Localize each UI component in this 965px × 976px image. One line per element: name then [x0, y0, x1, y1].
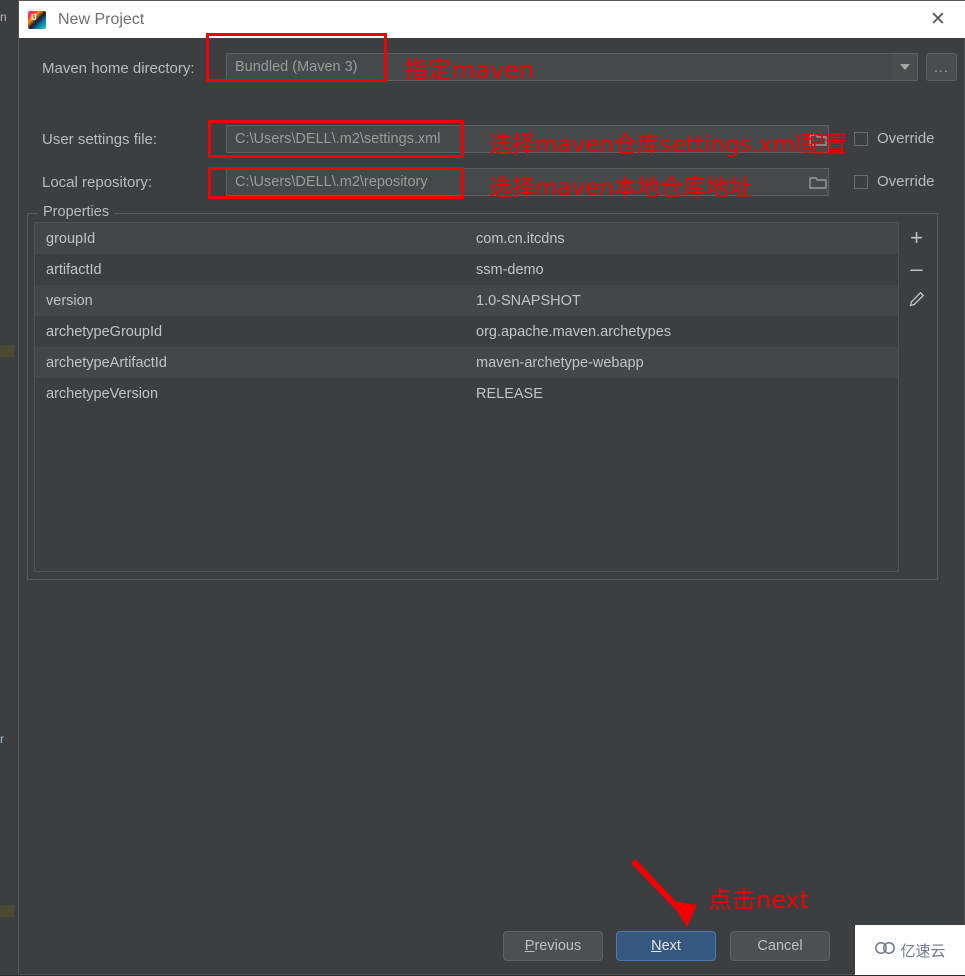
previous-button-mnemonic: P — [524, 938, 535, 954]
dialog-body: Maven home directory: Bundled (Maven 3) … — [19, 38, 965, 976]
dialog-button-bar: Previous Next Cancel — [19, 918, 965, 976]
intellij-idea-icon — [28, 10, 46, 29]
local-repository-folder-icon[interactable] — [809, 175, 827, 189]
property-value: maven-archetype-webapp — [476, 354, 644, 371]
user-settings-override-checkbox[interactable] — [854, 132, 868, 146]
local-repository-input[interactable]: C:\Users\DELL\.m2\repository — [226, 168, 829, 196]
maven-home-dropdown-chevron-down-icon[interactable] — [892, 53, 918, 81]
cloud-icon — [874, 940, 896, 961]
new-project-dialog: New Project ✕ Maven home directory: Bund… — [18, 0, 965, 975]
user-settings-folder-icon[interactable] — [809, 132, 827, 146]
table-row[interactable]: archetypeArtifactId maven-archetype-webap… — [35, 347, 899, 378]
table-row[interactable]: artifactId ssm-demo — [35, 254, 899, 285]
ide-strip-marker-top — [0, 345, 14, 357]
user-settings-label: User settings file: — [42, 131, 158, 148]
cancel-button[interactable]: Cancel — [730, 931, 830, 961]
dialog-titlebar: New Project ✕ — [19, 1, 965, 38]
maven-home-input[interactable]: Bundled (Maven 3) — [226, 53, 894, 81]
local-repository-label: Local repository: — [42, 174, 153, 191]
properties-legend: Properties — [38, 204, 115, 220]
properties-toolbar: + – — [898, 222, 934, 572]
ide-background-text-top: n — [0, 10, 7, 24]
property-value: RELEASE — [476, 385, 543, 402]
user-settings-input[interactable]: C:\Users\DELL\.m2\settings.xml — [226, 125, 829, 153]
next-button[interactable]: Next — [616, 931, 716, 961]
plus-icon[interactable]: + — [902, 222, 932, 253]
properties-table[interactable]: groupId com.cn.itcdns artifactId ssm-demo ve… — [34, 222, 900, 572]
table-row[interactable]: archetypeVersion RELEASE — [35, 378, 899, 409]
local-repository-override-label: Override — [877, 173, 935, 190]
dialog-title: New Project — [58, 10, 145, 28]
previous-button[interactable]: Previous — [503, 931, 603, 961]
maven-home-label: Maven home directory: — [42, 60, 195, 77]
property-key: archetypeGroupId — [46, 323, 163, 340]
previous-button-label-rest: revious — [534, 938, 582, 954]
watermark-text: 亿速云 — [900, 941, 946, 960]
ide-strip-marker-bottom — [0, 905, 14, 917]
minus-icon[interactable]: – — [902, 253, 932, 284]
property-value: org.apache.maven.archetypes — [476, 323, 672, 340]
property-value: 1.0-SNAPSHOT — [476, 292, 581, 309]
table-row[interactable]: archetypeGroupId org.apache.maven.archety… — [35, 316, 899, 347]
user-settings-override-label: Override — [877, 130, 935, 147]
property-key: archetypeVersion — [46, 385, 159, 402]
table-row[interactable]: groupId com.cn.itcdns — [35, 223, 899, 254]
property-key: version — [46, 292, 93, 309]
property-key: groupId — [46, 230, 96, 247]
property-key: artifactId — [46, 261, 102, 278]
maven-home-browse-button[interactable]: ... — [926, 53, 957, 81]
ide-background-text-bottom: r — [0, 732, 4, 746]
ide-left-strip — [0, 0, 19, 975]
properties-panel: Properties groupId com.cn.itcdns artifactI… — [27, 204, 938, 580]
next-button-mnemonic: N — [651, 938, 662, 954]
next-button-label-rest: ext — [661, 938, 681, 954]
property-value: ssm-demo — [476, 261, 544, 278]
close-icon[interactable]: ✕ — [920, 5, 956, 33]
watermark: 亿速云 — [855, 925, 965, 975]
local-repository-override-checkbox[interactable] — [854, 175, 868, 189]
pencil-icon[interactable] — [902, 284, 932, 315]
table-row[interactable]: version 1.0-SNAPSHOT — [35, 285, 899, 316]
property-key: archetypeArtifactId — [46, 354, 167, 371]
property-value: com.cn.itcdns — [476, 230, 565, 247]
